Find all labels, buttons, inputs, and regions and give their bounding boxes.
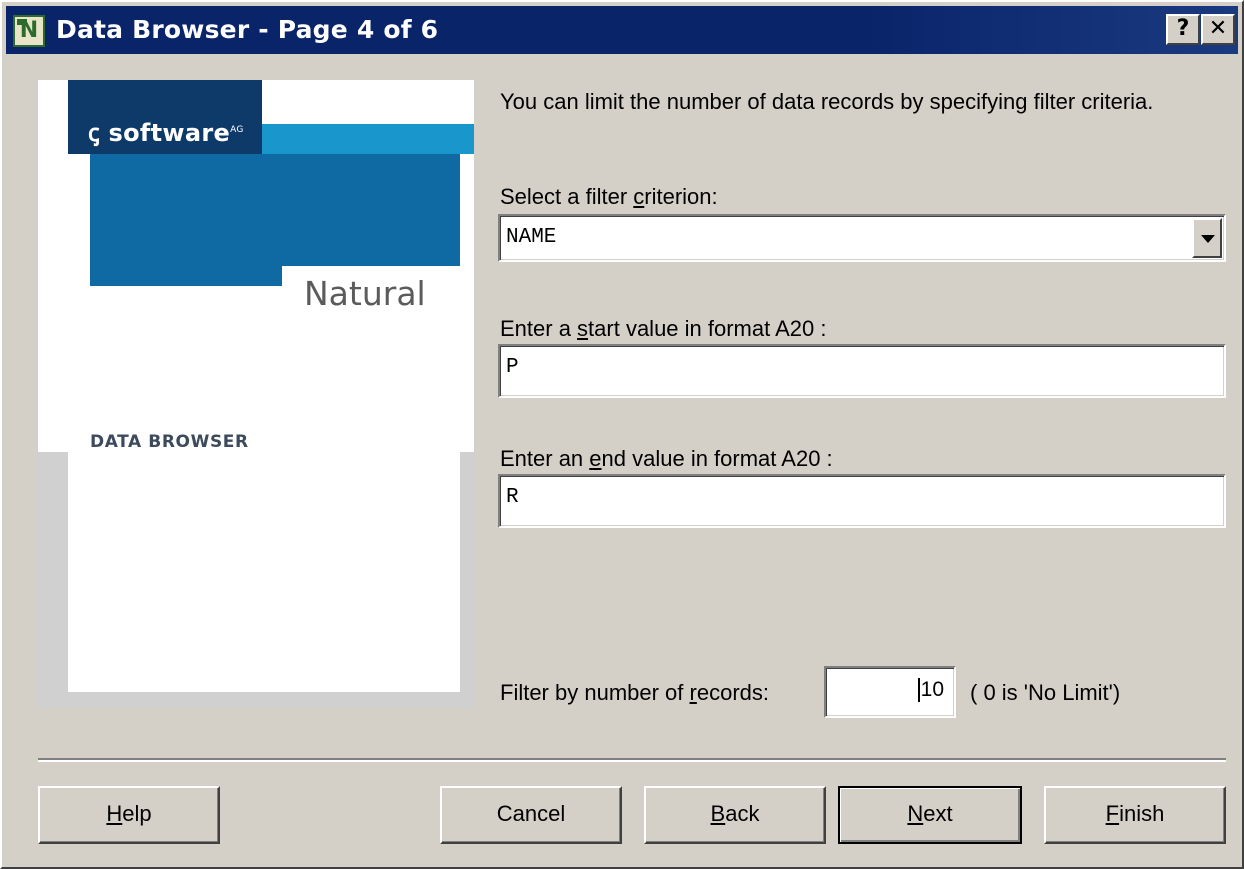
help-question-button[interactable]: ? <box>1166 14 1200 45</box>
records-limit-input[interactable]: 10 <box>824 666 956 718</box>
chevron-down-icon[interactable] <box>1192 218 1222 258</box>
next-button[interactable]: Next <box>838 786 1022 844</box>
finish-button[interactable]: Finish <box>1044 786 1226 844</box>
button-separator <box>38 758 1226 762</box>
records-hint: ( 0 is 'No Limit') <box>970 680 1121 705</box>
logo-accent-bar <box>262 124 474 154</box>
filter-criterion-label: Select a filter criterion: <box>500 184 718 209</box>
filter-criterion-value: NAME <box>506 226 557 249</box>
cancel-button[interactable]: Cancel <box>440 786 622 844</box>
text-caret <box>917 678 920 703</box>
end-value-label: Enter an end value in format A20 : <box>500 446 833 471</box>
section-name: DATA BROWSER <box>90 432 249 452</box>
product-name: Natural <box>304 274 426 313</box>
start-value-label: Enter a start value in format A20 : <box>500 316 827 341</box>
banner-gray-strip <box>38 452 68 708</box>
records-limit-value: 10 <box>920 678 944 701</box>
end-value-input[interactable]: R <box>498 474 1226 528</box>
banner-gray-strip-bottom <box>38 692 474 708</box>
title-bar: N Data Browser - Page 4 of 6 ? ✕ <box>6 6 1238 54</box>
banner-panel: ꞔ softwareAG Natural DATA BROWSER <box>38 80 474 708</box>
intro-text: You can limit the number of data records… <box>500 89 1154 114</box>
window-title: Data Browser - Page 4 of 6 <box>56 15 439 44</box>
back-button[interactable]: Back <box>644 786 826 844</box>
records-label: Filter by number of records: <box>500 680 769 705</box>
software-ag-logo: ꞔ softwareAG <box>88 119 244 147</box>
banner-gray-strip-right <box>460 452 474 708</box>
help-button[interactable]: Help <box>38 786 220 844</box>
filter-criterion-select[interactable]: NAME <box>498 214 1226 262</box>
close-button[interactable]: ✕ <box>1201 14 1235 45</box>
start-value-input[interactable]: P <box>498 344 1226 398</box>
natural-app-icon: N <box>13 15 45 47</box>
